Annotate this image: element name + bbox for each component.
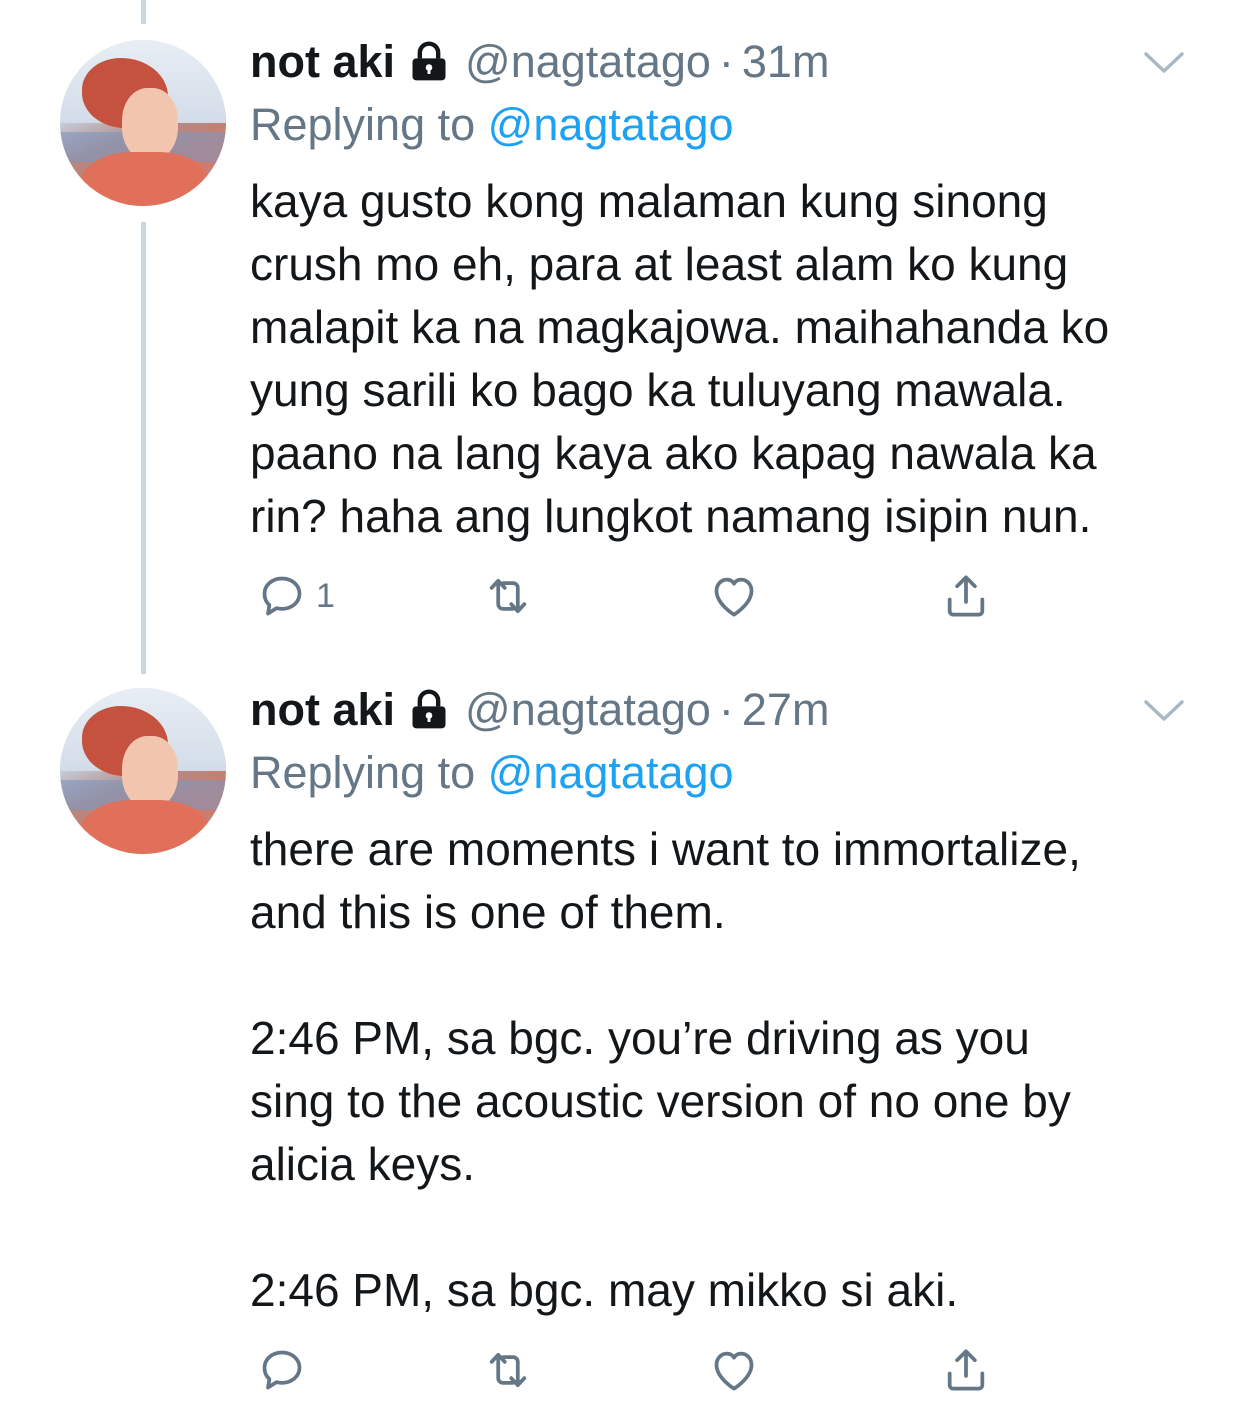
lock-icon [412,689,446,729]
reply-icon [262,1350,302,1390]
replying-to: Replying to @nagtatago [250,743,734,803]
share-button[interactable] [938,568,994,624]
text-line: and this is one of them. [250,886,726,938]
mention-link[interactable]: @nagtatago [488,747,734,798]
reply-icon [262,576,302,616]
retweet-button[interactable] [480,568,536,624]
replying-prefix: Replying to [250,99,476,150]
separator-dot: · [718,684,734,735]
text-line: alicia keys. [250,1138,475,1190]
text-line: 2:46 PM, sa bgc. you’re driving as you [250,1012,1030,1064]
text-line: crush mo eh, para at least alam ko kung [250,238,1069,290]
reply-count: 1 [316,576,335,615]
user-handle[interactable]: @nagtatago [465,34,711,90]
display-name[interactable]: not aki [250,34,395,90]
avatar[interactable] [60,40,226,206]
text-line: 2:46 PM, sa bgc. may mikko si aki. [250,1264,959,1316]
replying-prefix: Replying to [250,747,476,798]
text-line: malapit ka na magkajowa. maihahanda ko [250,301,1110,353]
heart-icon [714,577,754,617]
tweet-2[interactable]: not aki @nagtatago · 27m Replying to @na… [0,660,1242,1410]
action-bar: 1 [0,568,1242,628]
display-name[interactable]: not aki [250,682,395,738]
retweet-button[interactable] [480,1342,536,1398]
separator-dot: · [718,36,734,87]
tweet-header: not aki @nagtatago · 31m [250,34,829,90]
like-button[interactable] [706,1342,762,1398]
like-button[interactable] [706,568,762,624]
chevron-down-icon[interactable] [1143,50,1185,76]
lock-icon [412,41,446,81]
text-line: paano na lang kaya ako kapag nawala ka [250,427,1097,479]
avatar[interactable] [60,688,226,854]
retweet-icon [489,1352,527,1388]
tweet-text: there are moments i want to immortalize,… [250,818,1200,1322]
share-button[interactable] [938,1342,994,1398]
timestamp[interactable]: 27m [742,682,830,738]
timestamp[interactable]: 31m [742,34,830,90]
text-line: sing to the acoustic version of no one b… [250,1075,1071,1127]
text-line: yung sarili ko bago ka tuluyang mawala. [250,364,1066,416]
tweet-header: not aki @nagtatago · 27m [250,682,829,738]
chevron-down-icon[interactable] [1143,698,1185,724]
user-handle[interactable]: @nagtatago [465,682,711,738]
text-line: kaya gusto kong malaman kung sinong [250,175,1048,227]
heart-icon [714,1351,754,1391]
retweet-icon [489,578,527,614]
share-icon [947,1349,985,1391]
reply-button[interactable] [254,1342,316,1398]
tweet-1[interactable]: not aki @nagtatago · 31m Replying to @na… [0,0,1242,660]
text-line: there are moments i want to immortalize, [250,823,1081,875]
reply-button[interactable]: 1 [254,568,335,624]
text-line: rin? haha ang lungkot namang isipin nun. [250,490,1092,542]
tweet-text: kaya gusto kong malaman kung sinong crus… [250,170,1200,548]
mention-link[interactable]: @nagtatago [488,99,734,150]
replying-to: Replying to @nagtatago [250,95,734,155]
share-icon [947,575,985,617]
action-bar [0,1342,1242,1402]
